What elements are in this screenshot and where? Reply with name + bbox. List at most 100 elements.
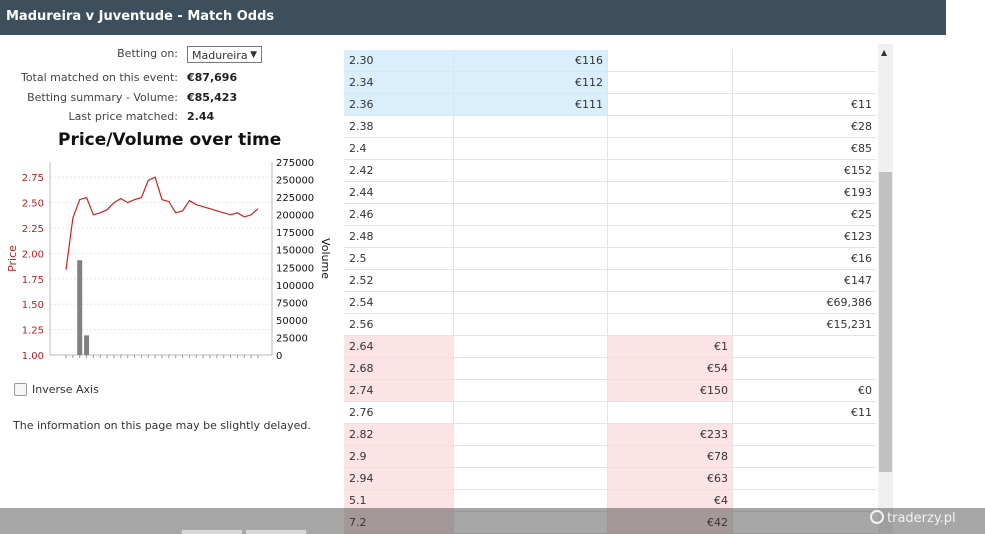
y2-tick-label: 100000 bbox=[276, 281, 314, 292]
ladder-back-amount[interactable] bbox=[454, 292, 608, 313]
right-margin bbox=[946, 0, 985, 534]
ladder-back-amount[interactable] bbox=[454, 248, 608, 269]
ladder-back-amount[interactable] bbox=[454, 138, 608, 159]
ladder-price: 2.9 bbox=[344, 446, 454, 467]
ladder-lay-amount[interactable] bbox=[608, 226, 733, 247]
y-tick-label: 2.50 bbox=[22, 199, 44, 210]
ladder-back-amount[interactable] bbox=[454, 314, 608, 335]
ladder-row: 2.4 €85 bbox=[344, 138, 876, 160]
ladder-back-amount[interactable] bbox=[454, 226, 608, 247]
ladder-price: 2.36 bbox=[344, 94, 454, 115]
ladder-back-amount[interactable] bbox=[454, 270, 608, 291]
ladder-lay-amount[interactable] bbox=[608, 72, 733, 93]
ladder-back-amount[interactable] bbox=[454, 182, 608, 203]
stat-row: Total matched on this event: bbox=[0, 70, 178, 86]
ladder-back-amount[interactable] bbox=[454, 446, 608, 467]
ladder-lay-amount[interactable] bbox=[608, 402, 733, 423]
ladder-row: 2.82 €233 bbox=[344, 424, 876, 446]
ladder-back-amount[interactable] bbox=[454, 424, 608, 445]
ladder-traded-amount: €11 bbox=[851, 406, 872, 419]
ladder-lay-amount[interactable]: €1 bbox=[608, 336, 733, 357]
ladder-price: 2.82 bbox=[344, 424, 454, 445]
ladder-back-amount[interactable] bbox=[454, 468, 608, 489]
watermark: traderzy.pl bbox=[870, 510, 956, 526]
ladder-lay-amount[interactable] bbox=[608, 292, 733, 313]
ladder-lay-amount[interactable]: €63 bbox=[608, 468, 733, 489]
ladder-back-amount[interactable] bbox=[454, 380, 608, 401]
ladder-traded-amount bbox=[733, 336, 876, 357]
y-tick-label: 2.75 bbox=[22, 173, 44, 184]
y2-axis-title: Volume bbox=[319, 238, 332, 279]
ladder-price: 2.52 bbox=[344, 270, 454, 291]
y-tick-label: 1.50 bbox=[22, 300, 44, 311]
ladder-price: 2.34 bbox=[344, 72, 454, 93]
ladder-traded-amount bbox=[733, 72, 876, 93]
stat-value-total-matched: €87,696 bbox=[187, 71, 238, 84]
ladder-back-amount[interactable] bbox=[454, 336, 608, 357]
ladder-traded-amount: €147 bbox=[844, 274, 872, 287]
taskbar-tab[interactable] bbox=[246, 530, 306, 534]
ladder-back-amount[interactable]: €112 bbox=[454, 72, 608, 93]
stat-label: Last price matched: bbox=[68, 110, 178, 123]
betting-on-select[interactable]: Madureira ▼ bbox=[187, 46, 262, 63]
ladder-lay-amount[interactable] bbox=[608, 116, 733, 137]
ladder-traded-amount bbox=[733, 358, 876, 379]
ladder-price: 2.42 bbox=[344, 160, 454, 181]
y2-tick-label: 225000 bbox=[276, 193, 314, 204]
ladder-lay-amount[interactable] bbox=[608, 160, 733, 181]
ladder-row: 2.94 €63 bbox=[344, 468, 876, 490]
ladder-price: 2.5 bbox=[344, 248, 454, 269]
ladder-back-amount[interactable] bbox=[454, 116, 608, 137]
y2-tick-label: 125000 bbox=[276, 263, 314, 274]
ladder-back-amount[interactable] bbox=[454, 204, 608, 225]
ladder-traded-amount: €25 bbox=[851, 208, 872, 221]
ladder-price: 2.44 bbox=[344, 182, 454, 203]
ladder-lay-amount[interactable] bbox=[608, 50, 733, 71]
stat-row: Last price matched: bbox=[0, 109, 178, 125]
ladder-back-amount[interactable]: €111 bbox=[454, 94, 608, 115]
ladder-lay-amount[interactable] bbox=[608, 94, 733, 115]
ladder-traded-amount: €15,231 bbox=[826, 318, 873, 331]
scrollbar-thumb[interactable] bbox=[879, 172, 892, 472]
ladder-price: 2.56 bbox=[344, 314, 454, 335]
ladder-lay-amount[interactable]: €54 bbox=[608, 358, 733, 379]
y-tick-label: 1.75 bbox=[22, 275, 44, 286]
ladder-price: 2.94 bbox=[344, 468, 454, 489]
ladder-row: 2.52 €147 bbox=[344, 270, 876, 292]
price-line bbox=[65, 176, 259, 270]
bottom-overlay-bar bbox=[0, 508, 985, 534]
betting-on-value: Madureira bbox=[192, 49, 248, 62]
delay-notice: The information on this page may be slig… bbox=[13, 419, 311, 432]
scroll-up-arrow-icon[interactable]: ▲ bbox=[881, 48, 887, 57]
ladder-back-amount[interactable] bbox=[454, 358, 608, 379]
ladder-traded-amount: €11 bbox=[851, 98, 872, 111]
ladder-lay-amount[interactable] bbox=[608, 314, 733, 335]
ladder-lay-amount[interactable] bbox=[608, 270, 733, 291]
ladder-row: 2.54 €69,386 bbox=[344, 292, 876, 314]
stat-value-volume: €85,423 bbox=[187, 91, 238, 104]
y2-tick-label: 0 bbox=[276, 351, 282, 362]
ladder-lay-amount[interactable]: €78 bbox=[608, 446, 733, 467]
ladder-price: 2.64 bbox=[344, 336, 454, 357]
ladder-row: 2.30 €116 bbox=[344, 50, 876, 72]
ladder-lay-amount[interactable] bbox=[608, 248, 733, 269]
ladder-back-amount[interactable] bbox=[454, 160, 608, 181]
ladder-row: 2.76 €11 bbox=[344, 402, 876, 424]
taskbar-tab[interactable] bbox=[182, 530, 242, 534]
ladder-lay-amount[interactable]: €233 bbox=[608, 424, 733, 445]
ladder-row: 2.5 €16 bbox=[344, 248, 876, 270]
ladder-row: 2.44 €193 bbox=[344, 182, 876, 204]
ladder-back-amount[interactable] bbox=[454, 402, 608, 423]
ladder-back-amount[interactable]: €116 bbox=[454, 50, 608, 71]
ladder-lay-amount[interactable]: €150 bbox=[608, 380, 733, 401]
ladder-lay-amount[interactable] bbox=[608, 182, 733, 203]
title-bar: Madureira v Juventude - Match Odds bbox=[0, 0, 946, 35]
ladder-scrollbar[interactable]: ▲ bbox=[878, 44, 893, 534]
ladder-row: 2.36 €111 €11 bbox=[344, 94, 876, 116]
watermark-logo-icon bbox=[870, 510, 884, 524]
ladder-lay-amount[interactable] bbox=[608, 138, 733, 159]
inverse-axis-checkbox[interactable] bbox=[14, 383, 27, 396]
ladder-row: 2.48 €123 bbox=[344, 226, 876, 248]
ladder-lay-amount[interactable] bbox=[608, 204, 733, 225]
ladder-traded-amount: €152 bbox=[844, 164, 872, 177]
